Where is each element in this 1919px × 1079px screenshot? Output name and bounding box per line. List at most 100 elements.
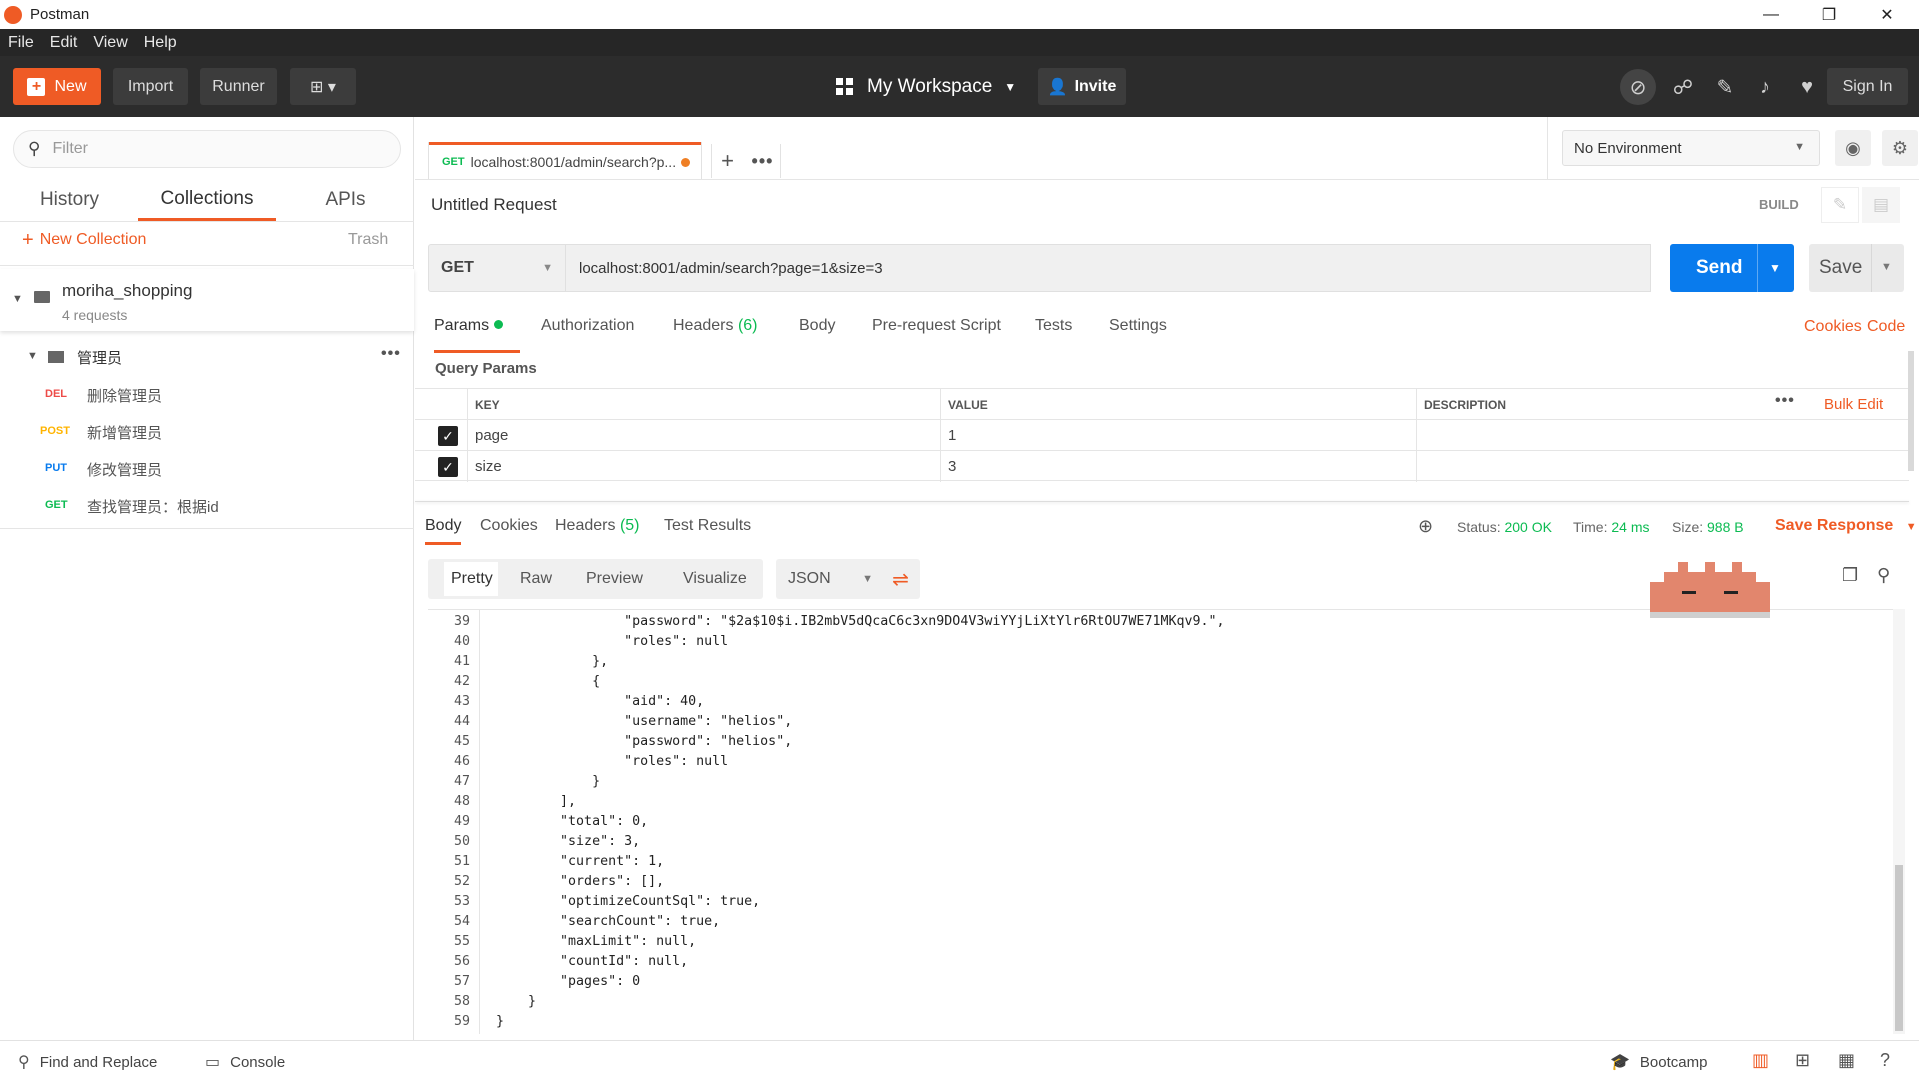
minimize-button[interactable]: — [1742, 0, 1800, 29]
folder-item[interactable]: ▼ 管理员 ••• [0, 339, 414, 375]
tab-params[interactable]: Params [434, 317, 520, 353]
runner-button[interactable]: Runner [200, 68, 277, 105]
save-options-chevron-icon[interactable]: ▼ [1881, 261, 1892, 273]
bootcamp-button[interactable]: 🎓 Bootcamp [1610, 1052, 1707, 1072]
add-tab-button[interactable]: + [711, 144, 743, 178]
view-preview[interactable]: Preview [586, 559, 643, 599]
tab-more-icon[interactable]: ••• [745, 144, 781, 178]
tab-pre-request-script[interactable]: Pre-request Script [872, 317, 1001, 353]
two-pane-layout-icon[interactable]: ▥ [1752, 1050, 1769, 1071]
new-collection-button[interactable]: + New Collection [22, 229, 146, 252]
tab-params-label: Params [434, 317, 490, 334]
request-name: 修改管理员 [87, 462, 163, 479]
sign-in-button[interactable]: Sign In [1827, 68, 1908, 105]
search-icon: ⚲ [18, 1054, 30, 1071]
environment-select[interactable]: No Environment ▼ [1562, 130, 1820, 166]
console-label: Console [230, 1053, 286, 1071]
headers-count: (6) [737, 317, 758, 334]
save-response-button[interactable]: Save Response ▼ [1775, 517, 1917, 535]
workspace-selector[interactable]: My Workspace ▼ [836, 68, 1016, 105]
save-button[interactable]: Save ▼ [1809, 244, 1904, 292]
request-item[interactable]: DEL 删除管理员 [0, 377, 414, 413]
param-description[interactable] [1416, 451, 1909, 482]
tab-headers[interactable]: Headers (6) [673, 317, 758, 353]
gear-icon[interactable]: ⚙ [1882, 130, 1918, 166]
new-button[interactable]: + New [13, 68, 101, 105]
response-divider[interactable] [415, 501, 1909, 502]
globe-icon[interactable]: ⊕ [1418, 516, 1433, 537]
response-tab-headers[interactable]: Headers (5) [555, 517, 640, 545]
checkbox-checked-icon[interactable]: ✓ [438, 426, 458, 446]
response-tab-body[interactable]: Body [425, 517, 462, 545]
menu-file[interactable]: File [0, 34, 42, 52]
bell-icon[interactable]: ♪ [1750, 72, 1780, 102]
format-select[interactable]: JSON ▼ [776, 559, 887, 599]
keyboard-shortcuts-icon[interactable]: ▦ [1838, 1050, 1855, 1071]
search-icon[interactable]: ⚲ [1877, 565, 1890, 586]
send-options-chevron-icon[interactable]: ▼ [1769, 261, 1781, 275]
tab-apis[interactable]: APIs [308, 179, 383, 221]
response-tab-cookies[interactable]: Cookies [480, 517, 538, 545]
invite-button[interactable]: 👤 Invite [1038, 68, 1126, 105]
tab-history[interactable]: History [22, 179, 117, 221]
trash-link[interactable]: Trash [348, 231, 388, 249]
menu-view[interactable]: View [85, 34, 135, 52]
param-description[interactable] [1416, 420, 1909, 451]
request-item[interactable]: PUT 修改管理员 [0, 451, 414, 487]
menu-edit[interactable]: Edit [42, 34, 86, 52]
import-button[interactable]: Import [113, 68, 188, 105]
sync-off-icon[interactable]: ⊘ [1620, 69, 1656, 105]
method-select[interactable]: GET ▼ [428, 244, 566, 292]
wrap-lines-icon[interactable]: ⇌ [881, 559, 920, 599]
layout-grid-icon[interactable]: ⊞ [1795, 1050, 1810, 1071]
send-button[interactable]: Send ▼ [1670, 244, 1794, 292]
wrench-icon[interactable]: ✎ [1710, 72, 1740, 102]
request-name-title[interactable]: Untitled Request [431, 195, 557, 215]
copy-icon[interactable]: ❐ [1842, 565, 1858, 586]
console-button[interactable]: ▭ Console [205, 1052, 285, 1072]
collection-item[interactable]: ▼ moriha_shopping 4 requests [0, 269, 414, 331]
params-scrollbar[interactable] [1908, 351, 1914, 471]
view-raw[interactable]: Raw [520, 559, 552, 599]
response-body[interactable]: 39 "password": "$2a$10$i.IB2mbV5dQcaC6c3… [428, 609, 1894, 1034]
more-options-icon[interactable]: ••• [1775, 392, 1795, 410]
cookies-link[interactable]: Cookies [1804, 318, 1862, 336]
url-input[interactable]: localhost:8001/admin/search?page=1&size=… [566, 244, 1651, 292]
param-key[interactable]: size [467, 451, 940, 482]
checkbox-checked-icon[interactable]: ✓ [438, 457, 458, 477]
request-item[interactable]: GET 查找管理员：根据id [0, 488, 414, 524]
param-key[interactable]: page [467, 420, 940, 451]
line-number: 41 [453, 654, 470, 669]
find-replace-button[interactable]: ⚲ Find and Replace [18, 1052, 157, 1072]
heart-icon[interactable]: ♥ [1792, 72, 1822, 102]
comment-icon[interactable]: ▤ [1862, 187, 1900, 223]
bulk-edit-link[interactable]: Bulk Edit [1824, 396, 1883, 413]
response-scrollbar[interactable] [1893, 609, 1905, 1034]
code-link[interactable]: Code [1867, 318, 1905, 336]
close-window-button[interactable]: ✕ [1858, 0, 1916, 29]
menu-help[interactable]: Help [136, 34, 185, 52]
divider [0, 528, 414, 529]
eye-icon[interactable]: ◉ [1835, 130, 1871, 166]
tab-settings[interactable]: Settings [1109, 317, 1167, 353]
tab-tests[interactable]: Tests [1035, 317, 1072, 353]
request-item[interactable]: POST 新增管理员 [0, 414, 414, 450]
response-tab-test-results[interactable]: Test Results [664, 517, 751, 545]
help-icon[interactable]: ? [1880, 1050, 1890, 1071]
tab-collections[interactable]: Collections [138, 179, 276, 221]
view-pretty[interactable]: Pretty [441, 559, 501, 599]
pencil-icon[interactable]: ✎ [1821, 187, 1859, 223]
more-options-icon[interactable]: ••• [381, 345, 401, 363]
request-tab[interactable]: GET localhost:8001/admin/search?p... [429, 142, 701, 179]
param-value[interactable]: 1 [940, 420, 1416, 451]
param-value[interactable]: 3 [940, 451, 1416, 482]
tab-body[interactable]: Body [799, 317, 835, 353]
restore-button[interactable]: ❐ [1800, 0, 1858, 29]
new-window-button[interactable]: ⊞ ▾ [290, 68, 356, 105]
view-visualize[interactable]: Visualize [683, 559, 747, 599]
tab-authorization[interactable]: Authorization [541, 317, 634, 353]
filter-input[interactable]: ⚲ Filter [13, 130, 401, 168]
code-line: 50 "size": 3, [428, 834, 1894, 854]
satellite-icon[interactable]: ☍ [1668, 72, 1698, 102]
scrollbar-thumb[interactable] [1895, 865, 1903, 1031]
